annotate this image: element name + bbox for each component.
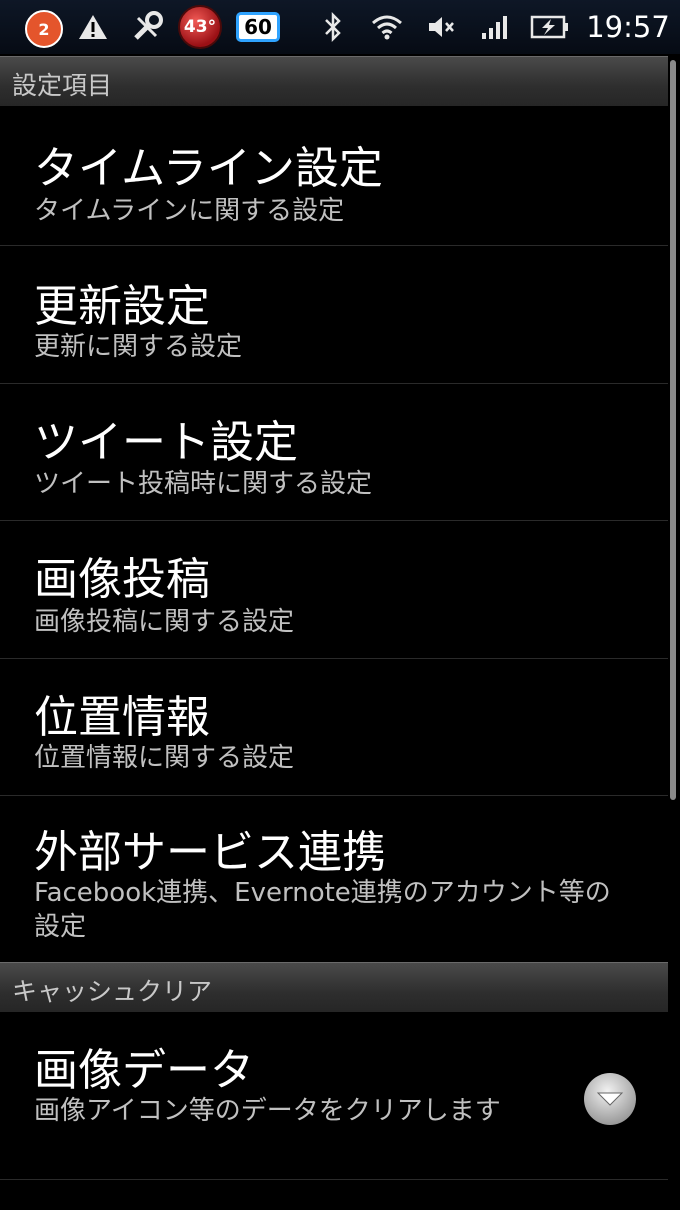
pref-item-location[interactable]: 位置情報 位置情報に関する設定 xyxy=(0,659,668,796)
pref-summary: 位置情報に関する設定 xyxy=(34,743,295,773)
pref-item-timeline[interactable]: タイムライン設定 タイムラインに関する設定 xyxy=(0,106,668,246)
scrollbar[interactable] xyxy=(670,60,676,800)
signal-strength-icon xyxy=(478,0,512,54)
notification-count: 2 xyxy=(25,10,63,48)
notification-badge-icon: 2 xyxy=(22,0,66,54)
battery-level-value: 60 xyxy=(236,12,280,42)
warning-icon xyxy=(76,0,110,54)
tools-icon xyxy=(128,0,166,54)
volume-mute-icon xyxy=(424,0,458,54)
battery-level-icon: 60 xyxy=(233,0,283,54)
temperature-icon: 43° xyxy=(176,0,224,54)
pref-title: 位置情報 xyxy=(34,692,210,743)
pref-item-image-upload[interactable]: 画像投稿 画像投稿に関する設定 xyxy=(0,521,668,659)
clock: 19:57 xyxy=(586,10,670,44)
pref-item-image-data[interactable]: 画像データ 画像アイコン等のデータをクリアします xyxy=(0,1012,668,1180)
pref-summary: 更新に関する設定 xyxy=(34,332,243,362)
pref-summary: ツイート投稿時に関する設定 xyxy=(34,469,373,499)
pref-title: 更新設定 xyxy=(34,281,210,332)
pref-summary: タイムラインに関する設定 xyxy=(34,196,345,226)
pref-summary: 画像投稿に関する設定 xyxy=(34,607,295,637)
pref-summary: Facebook連携、Evernote連携のアカウント等の設定 xyxy=(34,878,611,942)
pref-item-tweet[interactable]: ツイート設定 ツイート投稿時に関する設定 xyxy=(0,384,668,521)
pref-summary: 画像アイコン等のデータをクリアします xyxy=(34,1096,501,1126)
section-header-cache-clear: キャッシュクリア xyxy=(0,962,668,1012)
section-header-label: キャッシュクリア xyxy=(12,977,213,1006)
pref-title: 画像データ xyxy=(34,1045,254,1096)
section-header-settings: 設定項目 xyxy=(0,56,668,106)
wifi-icon xyxy=(368,0,406,54)
pref-title: 外部サービス連携 xyxy=(34,827,386,878)
dropdown-arrow-button[interactable] xyxy=(584,1073,636,1125)
pref-item-update[interactable]: 更新設定 更新に関する設定 xyxy=(0,246,668,384)
temperature-value: 43° xyxy=(178,5,222,49)
battery-charging-icon xyxy=(528,0,572,54)
status-bar: 2 43° 60 19:57 xyxy=(0,0,680,54)
pref-item-external-services[interactable]: 外部サービス連携 Facebook連携、Evernote連携のアカウント等の設定 xyxy=(0,796,668,960)
section-header-label: 設定項目 xyxy=(12,71,113,100)
bluetooth-icon xyxy=(318,0,348,54)
pref-title: 画像投稿 xyxy=(34,554,210,605)
pref-title: タイムライン設定 xyxy=(34,143,383,194)
pref-title: ツイート設定 xyxy=(34,417,298,468)
chevron-down-icon xyxy=(596,1092,624,1106)
